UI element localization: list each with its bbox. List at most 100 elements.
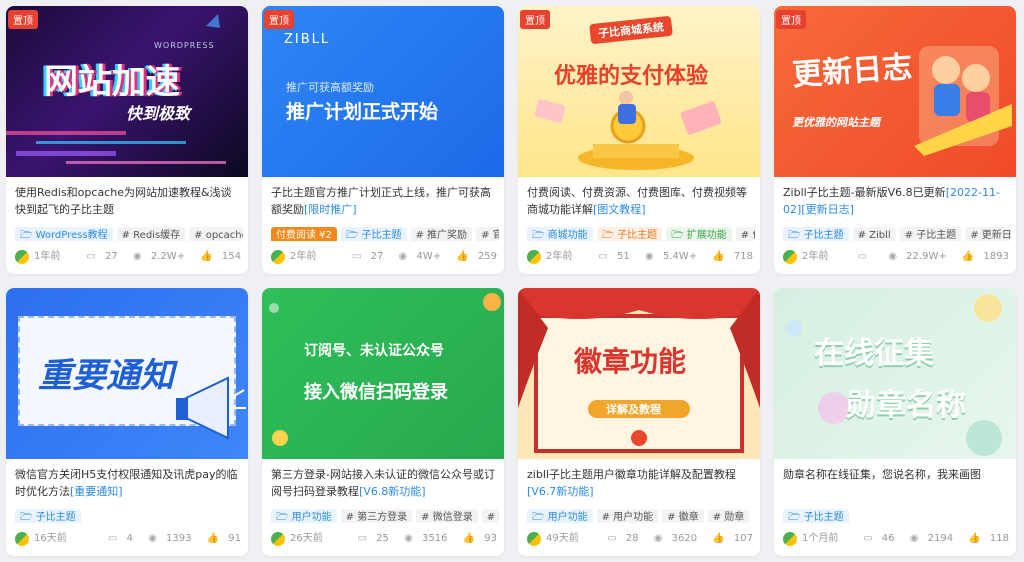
thumb-subline: 详解及教程 [606, 403, 661, 416]
post-title[interactable]: 付费阅读、付费资源、付费图库、付费视频等商城功能详解[图文教程] [527, 184, 753, 218]
avatar[interactable] [271, 532, 285, 546]
post-card[interactable]: 置顶 ZIBLL 推广可获高额奖励 推广计划正式开始 子比主题官方推广计划正式上… [262, 6, 504, 274]
post-card[interactable]: 在线征集 勋章名称 勋章名称在线征集，您说名称，我来画图 🗁 子比主题 1个月前… [774, 288, 1016, 556]
tag-category[interactable]: 🗁 子比主题 [783, 509, 849, 523]
avatar[interactable] [527, 532, 541, 546]
tag[interactable]: # 更新日志 [965, 227, 1011, 241]
post-stats: ▭ 28 ◉ 3620 👍 107 [607, 533, 753, 544]
post-title[interactable]: Zibll子比主题-最新版V6.8已更新[2022-11-02][更新日志] [783, 184, 1009, 218]
avatar[interactable] [15, 532, 29, 546]
post-card[interactable]: 置顶 子比商城系统 优雅的支付体验 付费阅读、付费资源、付费图库、付费视频等商城… [518, 6, 760, 274]
post-meta: 2年前 ▭ 51 ◉ 5.4W+ 👍 718 [527, 250, 757, 264]
post-title[interactable]: 勋章名称在线征集，您说名称，我来画图 [783, 466, 1009, 500]
post-grid: 置顶 WORDPRESS 网站加速 快到极致 使用Redis和opcache为网… [0, 0, 1024, 562]
pinned-badge: 置顶 [520, 10, 550, 29]
post-thumbnail[interactable]: 置顶 子比商城系统 优雅的支付体验 [518, 6, 760, 177]
tag-category[interactable]: 🗁 子比主题 [596, 227, 663, 241]
eye-icon: ◉ [132, 251, 142, 262]
post-tags: 🗁 WordPress教程 # Redis缓存 # opcache [15, 223, 243, 241]
tag-category[interactable]: 🗁 WordPress教程 [15, 227, 113, 241]
tag[interactable]: # 官 [476, 227, 499, 241]
tag[interactable]: # 推广奖励 [410, 227, 473, 241]
post-thumbnail[interactable]: 重要通知 [6, 288, 248, 459]
tag-category[interactable]: 🗁 子比主题 [783, 227, 849, 241]
tag[interactable]: # 付 [735, 227, 755, 241]
post-thumbnail[interactable]: 订阅号、未认证公众号 接入微信扫码登录 [262, 288, 504, 459]
comment-icon: ▭ [357, 533, 367, 544]
tag-paid-read[interactable]: 付费阅读 ¥2 [271, 227, 337, 241]
post-card[interactable]: 置顶 更新日志 更优雅的网站主题 Zibll子比主题-最新版V6.8已更新[20… [774, 6, 1016, 274]
post-meta: 49天前 ▭ 28 ◉ 3620 👍 107 [527, 532, 757, 546]
post-time: 1个月前 [802, 533, 839, 544]
tag[interactable]: # 微信登录 [416, 509, 478, 523]
post-thumbnail[interactable]: 置顶 WORDPRESS 网站加速 快到极致 [6, 6, 248, 177]
post-tags: 🗁 用户功能 # 用户功能 # 徽章 # 勋章 [527, 505, 755, 523]
avatar[interactable] [15, 250, 29, 264]
post-meta: 16天前 ▭ 4 ◉ 1393 👍 91 [15, 532, 245, 546]
thumbs-up-icon[interactable]: 👍 [712, 533, 724, 544]
eye-icon: ◉ [909, 533, 919, 544]
post-thumbnail[interactable]: 在线征集 勋章名称 [774, 288, 1016, 459]
post-title[interactable]: 第三方登录-网站接入未认证的微信公众号或订阅号扫码登录教程[V6.8新功能] [271, 466, 497, 500]
post-time: 1年前 [34, 251, 61, 262]
post-title[interactable]: 使用Redis和opcache为网站加速教程&浅谈快到起飞的子比主题 [15, 184, 241, 218]
tag-category[interactable]: 🗁 用户功能 [527, 509, 593, 523]
thumb-logo: ZIBLL [284, 32, 331, 47]
post-card[interactable]: 重要通知 微信官方关闭H5支付权限通知及讯虎pay的临时优化方法[重要通知] 🗁… [6, 288, 248, 556]
post-card[interactable]: 订阅号、未认证公众号 接入微信扫码登录 第三方登录-网站接入未认证的微信公众号或… [262, 288, 504, 556]
thumbs-up-icon[interactable]: 👍 [968, 533, 980, 544]
thumbs-up-icon[interactable]: 👍 [962, 251, 974, 262]
tag[interactable]: # opcache [189, 227, 243, 241]
thumb-headline: 徽章功能 [574, 345, 687, 378]
tag[interactable]: # 子比主题 [899, 227, 962, 241]
coin-illustration [534, 91, 722, 170]
tag-category[interactable]: 🗁 扩展功能 [666, 227, 732, 241]
thumbs-up-icon[interactable]: 👍 [200, 251, 212, 262]
avatar[interactable] [783, 250, 797, 264]
post-thumbnail[interactable]: 置顶 更新日志 更优雅的网站主题 [774, 6, 1016, 177]
post-title[interactable]: zibll子比主题用户徽章功能详解及配置教程[V6.7新功能] [527, 466, 753, 500]
post-stats: ▭ ◉ 22.9W+ 👍 1893 [857, 251, 1009, 262]
thumb-headline: 推广计划正式开始 [286, 101, 439, 123]
post-thumbnail[interactable]: 置顶 ZIBLL 推广可获高额奖励 推广计划正式开始 [262, 6, 504, 177]
post-tags: 🗁 用户功能# 第三方登录# 微信登录# 扫 [271, 505, 499, 523]
tag[interactable]: # Redis缓存 [116, 227, 186, 241]
tag[interactable]: # 勋章 [707, 509, 750, 523]
avatar[interactable] [527, 250, 541, 264]
avatar[interactable] [271, 250, 285, 264]
tag-category[interactable]: 🗁 子比主题 [15, 509, 81, 523]
tag[interactable]: # 第三方登录 [340, 509, 413, 523]
tag[interactable]: # Zibll [852, 227, 896, 241]
tag[interactable]: # 用户功能 [596, 509, 659, 523]
post-title[interactable]: 子比主题官方推广计划正式上线，推广可获高额奖励[限时推广] [271, 184, 497, 218]
eye-icon: ◉ [888, 251, 897, 262]
tag-category[interactable]: 🗁 子比主题 [340, 227, 407, 241]
post-thumbnail[interactable]: 徽章功能 详解及教程 [518, 288, 760, 459]
thumbs-up-icon[interactable]: 👍 [207, 533, 219, 544]
post-stats: ▭ 27 ◉ 2.2W+ 👍 154 [74, 250, 241, 264]
post-meta: 1年前 ▭ 27 ◉ 2.2W+ 👍 154 [15, 250, 245, 264]
eye-icon: ◉ [653, 533, 663, 544]
avatar[interactable] [783, 532, 797, 546]
tag[interactable]: # 徽章 [662, 509, 704, 523]
view-count: ◉ 2.2W+ [132, 251, 186, 262]
post-time: 16天前 [34, 533, 67, 544]
post-time: 26天前 [290, 533, 323, 544]
post-card[interactable]: 徽章功能 详解及教程 zibll子比主题用户徽章功能详解及配置教程[V6.7新功… [518, 288, 760, 556]
tag-category[interactable]: 🗁 商城功能 [527, 227, 593, 241]
post-card[interactable]: 置顶 WORDPRESS 网站加速 快到极致 使用Redis和opcache为网… [6, 6, 248, 274]
post-time: 2年前 [802, 251, 829, 262]
pinned-badge: 置顶 [8, 10, 38, 29]
post-time: 49天前 [546, 533, 579, 544]
thumbs-up-icon[interactable]: 👍 [463, 533, 475, 544]
post-stats: ▭ 51 ◉ 5.4W+ 👍 718 [598, 251, 753, 262]
post-tags: 🗁 子比主题 [783, 505, 1011, 523]
thumbs-up-icon[interactable]: 👍 [712, 251, 724, 262]
thumbs-up-icon[interactable]: 👍 [456, 251, 468, 262]
post-meta: 2年前 ▭ ◉ 22.9W+ 👍 1893 [783, 250, 1013, 264]
tag-category[interactable]: 🗁 用户功能 [271, 509, 337, 523]
tag[interactable]: # 扫 [481, 509, 499, 523]
post-title[interactable]: 微信官方关闭H5支付权限通知及讯虎pay的临时优化方法[重要通知] [15, 466, 241, 500]
decoration-circles [786, 294, 1002, 456]
rocket-illustration [914, 46, 1012, 156]
